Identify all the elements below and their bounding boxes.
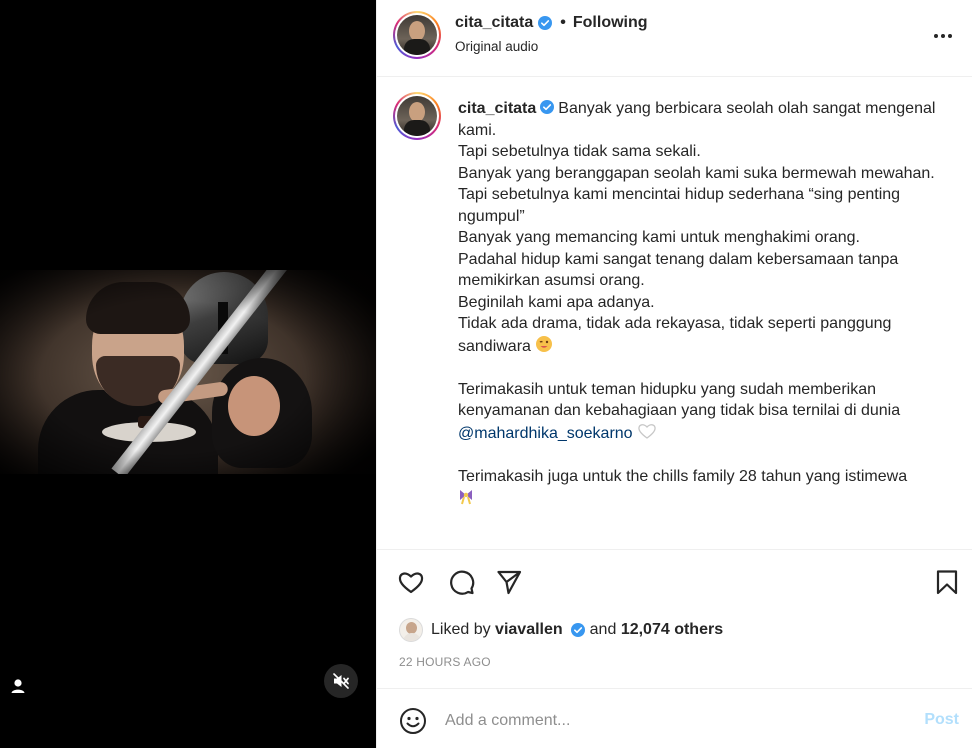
post-timestamp[interactable]: 22 HOURS AGO bbox=[399, 655, 491, 669]
comment-icon[interactable] bbox=[447, 568, 475, 596]
more-options-icon[interactable] bbox=[931, 24, 955, 48]
wink-emoji-icon bbox=[536, 335, 553, 352]
post-side-panel: cita_citata • Following Original audio c… bbox=[376, 0, 972, 748]
white-heart-icon bbox=[638, 423, 656, 439]
audio-label[interactable]: Original audio bbox=[455, 39, 538, 54]
comment-bar: Post bbox=[377, 688, 972, 748]
mute-toggle-button[interactable] bbox=[324, 664, 358, 698]
action-bar bbox=[377, 551, 972, 611]
caption-thanks: Terimakasih untuk teman hidupku yang sud… bbox=[458, 380, 901, 420]
heart-icon[interactable] bbox=[397, 568, 425, 596]
caption-author-avatar[interactable] bbox=[393, 92, 441, 140]
muted-speaker-icon bbox=[333, 673, 349, 689]
mention-link[interactable]: @mahardhika_soekarno bbox=[458, 425, 633, 442]
caption-author-username[interactable]: cita_citata bbox=[458, 100, 536, 117]
video-frame bbox=[0, 270, 376, 474]
share-icon[interactable] bbox=[495, 568, 523, 596]
verified-badge-icon bbox=[540, 100, 555, 114]
liker-username[interactable]: viavallen bbox=[495, 621, 563, 639]
likes-joiner: and bbox=[589, 621, 617, 638]
author-avatar[interactable] bbox=[393, 11, 441, 59]
liker-avatar[interactable] bbox=[399, 618, 423, 642]
bookmark-icon[interactable] bbox=[933, 568, 961, 596]
author-username[interactable]: cita_citata bbox=[455, 14, 533, 32]
caption-body: Banyak yang berbicara seolah olah sangat… bbox=[458, 100, 936, 355]
caption-family: Terimakasih juga untuk the chills family… bbox=[458, 467, 908, 485]
likes-others-link[interactable]: 12,074 others bbox=[621, 621, 723, 639]
emoji-icon[interactable] bbox=[399, 707, 427, 735]
video-player[interactable] bbox=[0, 0, 376, 748]
post-header: cita_citata • Following Original audio bbox=[377, 0, 972, 77]
comment-input[interactable] bbox=[445, 707, 885, 735]
separator-dot: • bbox=[560, 14, 566, 31]
post-comment-button[interactable]: Post bbox=[924, 711, 959, 729]
caption-text: cita_citata Banyak yang berbicara seolah … bbox=[458, 98, 948, 510]
likes-summary: Liked by viavallen and 12,074 others bbox=[399, 618, 723, 642]
verified-badge-icon bbox=[538, 16, 553, 30]
user-tag-icon[interactable] bbox=[8, 676, 28, 696]
following-button[interactable]: Following bbox=[573, 14, 648, 32]
likes-prefix: Liked by bbox=[431, 621, 491, 638]
ribbon-emoji-icon bbox=[460, 490, 472, 505]
verified-badge-icon bbox=[570, 623, 585, 637]
caption-section: cita_citata Banyak yang berbicara seolah … bbox=[377, 78, 972, 550]
